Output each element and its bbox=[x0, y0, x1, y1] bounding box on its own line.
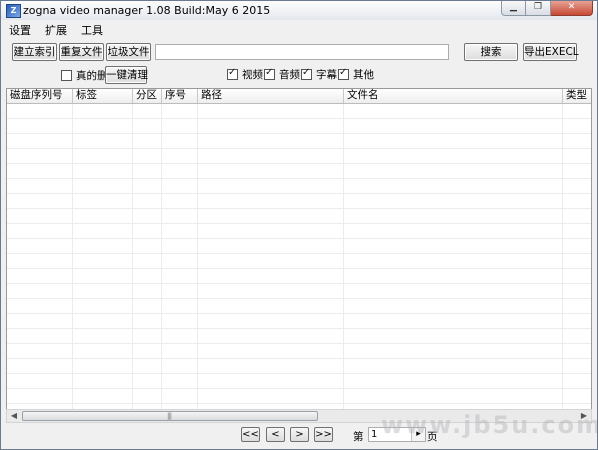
check-icon: ✓ bbox=[339, 67, 348, 78]
checkbox-box: ✓ bbox=[301, 67, 312, 80]
caption-buttons: ▁ ❐ ✕ bbox=[501, 1, 593, 18]
filter-audio-checkbox[interactable]: ✓ 音频 bbox=[264, 67, 300, 82]
scroll-left-icon[interactable]: ◀ bbox=[7, 410, 21, 422]
column-divider bbox=[161, 104, 162, 410]
maximize-icon: ❐ bbox=[533, 2, 543, 12]
column-divider bbox=[72, 104, 73, 410]
filter-other-label: 其他 bbox=[353, 69, 374, 81]
column-header-partition[interactable]: 分区 bbox=[133, 89, 162, 103]
check-icon: ✓ bbox=[228, 67, 237, 78]
really-delete-checkbox[interactable]: 真的删 bbox=[61, 68, 108, 83]
window-title: zogna video manager 1.08 Build:May 6 201… bbox=[23, 4, 271, 17]
main-window: Z zogna video manager 1.08 Build:May 6 2… bbox=[0, 0, 598, 450]
menu-extensions[interactable]: 扩展 bbox=[37, 20, 73, 37]
filter-other-checkbox[interactable]: ✓ 其他 bbox=[338, 67, 374, 82]
search-input[interactable] bbox=[155, 44, 449, 60]
menu-bar: 设置 扩展 工具 bbox=[1, 20, 597, 37]
filter-subtitle-label: 字幕 bbox=[316, 69, 337, 81]
check-icon: ✓ bbox=[302, 67, 311, 78]
really-delete-label: 真的删 bbox=[76, 70, 108, 82]
maximize-button[interactable]: ❐ bbox=[526, 1, 551, 16]
check-icon: ✓ bbox=[265, 67, 274, 78]
export-excel-button[interactable]: 导出EXECL bbox=[523, 43, 579, 61]
table-header: 磁盘序列号 标签 分区 序号 路径 文件名 类型 bbox=[7, 89, 591, 104]
checkbox-box: ✓ bbox=[227, 67, 238, 80]
last-page-button[interactable]: >> bbox=[314, 427, 333, 442]
column-divider bbox=[343, 104, 344, 410]
column-header-type[interactable]: 类型 bbox=[563, 89, 591, 103]
filter-video-label: 视频 bbox=[242, 69, 263, 81]
scrollbar-thumb[interactable]: ||| bbox=[22, 411, 318, 421]
minimize-icon: ▁ bbox=[510, 2, 517, 12]
filter-audio-label: 音频 bbox=[279, 69, 300, 81]
table-grid bbox=[7, 104, 591, 410]
column-header-number[interactable]: 序号 bbox=[162, 89, 198, 103]
one-click-clean-button[interactable]: 一键清理 bbox=[105, 66, 148, 84]
file-table[interactable]: 磁盘序列号 标签 分区 序号 路径 文件名 类型 bbox=[6, 88, 592, 411]
next-page-button[interactable]: > bbox=[290, 427, 309, 442]
checkbox-box: ✓ bbox=[264, 67, 275, 80]
title-bar[interactable]: Z zogna video manager 1.08 Build:May 6 2… bbox=[1, 1, 597, 20]
column-header-disk-serial[interactable]: 磁盘序列号 bbox=[7, 89, 73, 103]
column-divider bbox=[197, 104, 198, 410]
build-index-button[interactable]: 建立索引 bbox=[12, 43, 57, 61]
duplicate-files-button[interactable]: 重复文件 bbox=[59, 43, 104, 61]
menu-settings[interactable]: 设置 bbox=[1, 20, 37, 37]
page-prefix-label: 第 bbox=[353, 431, 364, 443]
trash-files-button[interactable]: 垃圾文件 bbox=[106, 43, 151, 61]
menu-tools[interactable]: 工具 bbox=[73, 20, 109, 37]
column-header-path[interactable]: 路径 bbox=[198, 89, 344, 103]
filter-video-checkbox[interactable]: ✓ 视频 bbox=[227, 67, 263, 82]
column-divider bbox=[132, 104, 133, 410]
column-divider bbox=[562, 104, 563, 410]
prev-page-button[interactable]: < bbox=[266, 427, 285, 442]
minimize-button[interactable]: ▁ bbox=[501, 1, 526, 16]
app-icon: Z bbox=[6, 4, 21, 18]
checkbox-box bbox=[61, 70, 72, 81]
watermark: www.jb5u.com bbox=[381, 411, 598, 439]
first-page-button[interactable]: << bbox=[241, 427, 260, 442]
close-button[interactable]: ✕ bbox=[551, 1, 593, 16]
search-button[interactable]: 搜索 bbox=[464, 43, 518, 61]
column-header-filename[interactable]: 文件名 bbox=[344, 89, 563, 103]
grip-icon: ||| bbox=[167, 412, 172, 420]
filter-subtitle-checkbox[interactable]: ✓ 字幕 bbox=[301, 67, 337, 82]
column-header-label[interactable]: 标签 bbox=[73, 89, 133, 103]
checkbox-box: ✓ bbox=[338, 67, 349, 80]
close-icon: ✕ bbox=[567, 2, 576, 12]
